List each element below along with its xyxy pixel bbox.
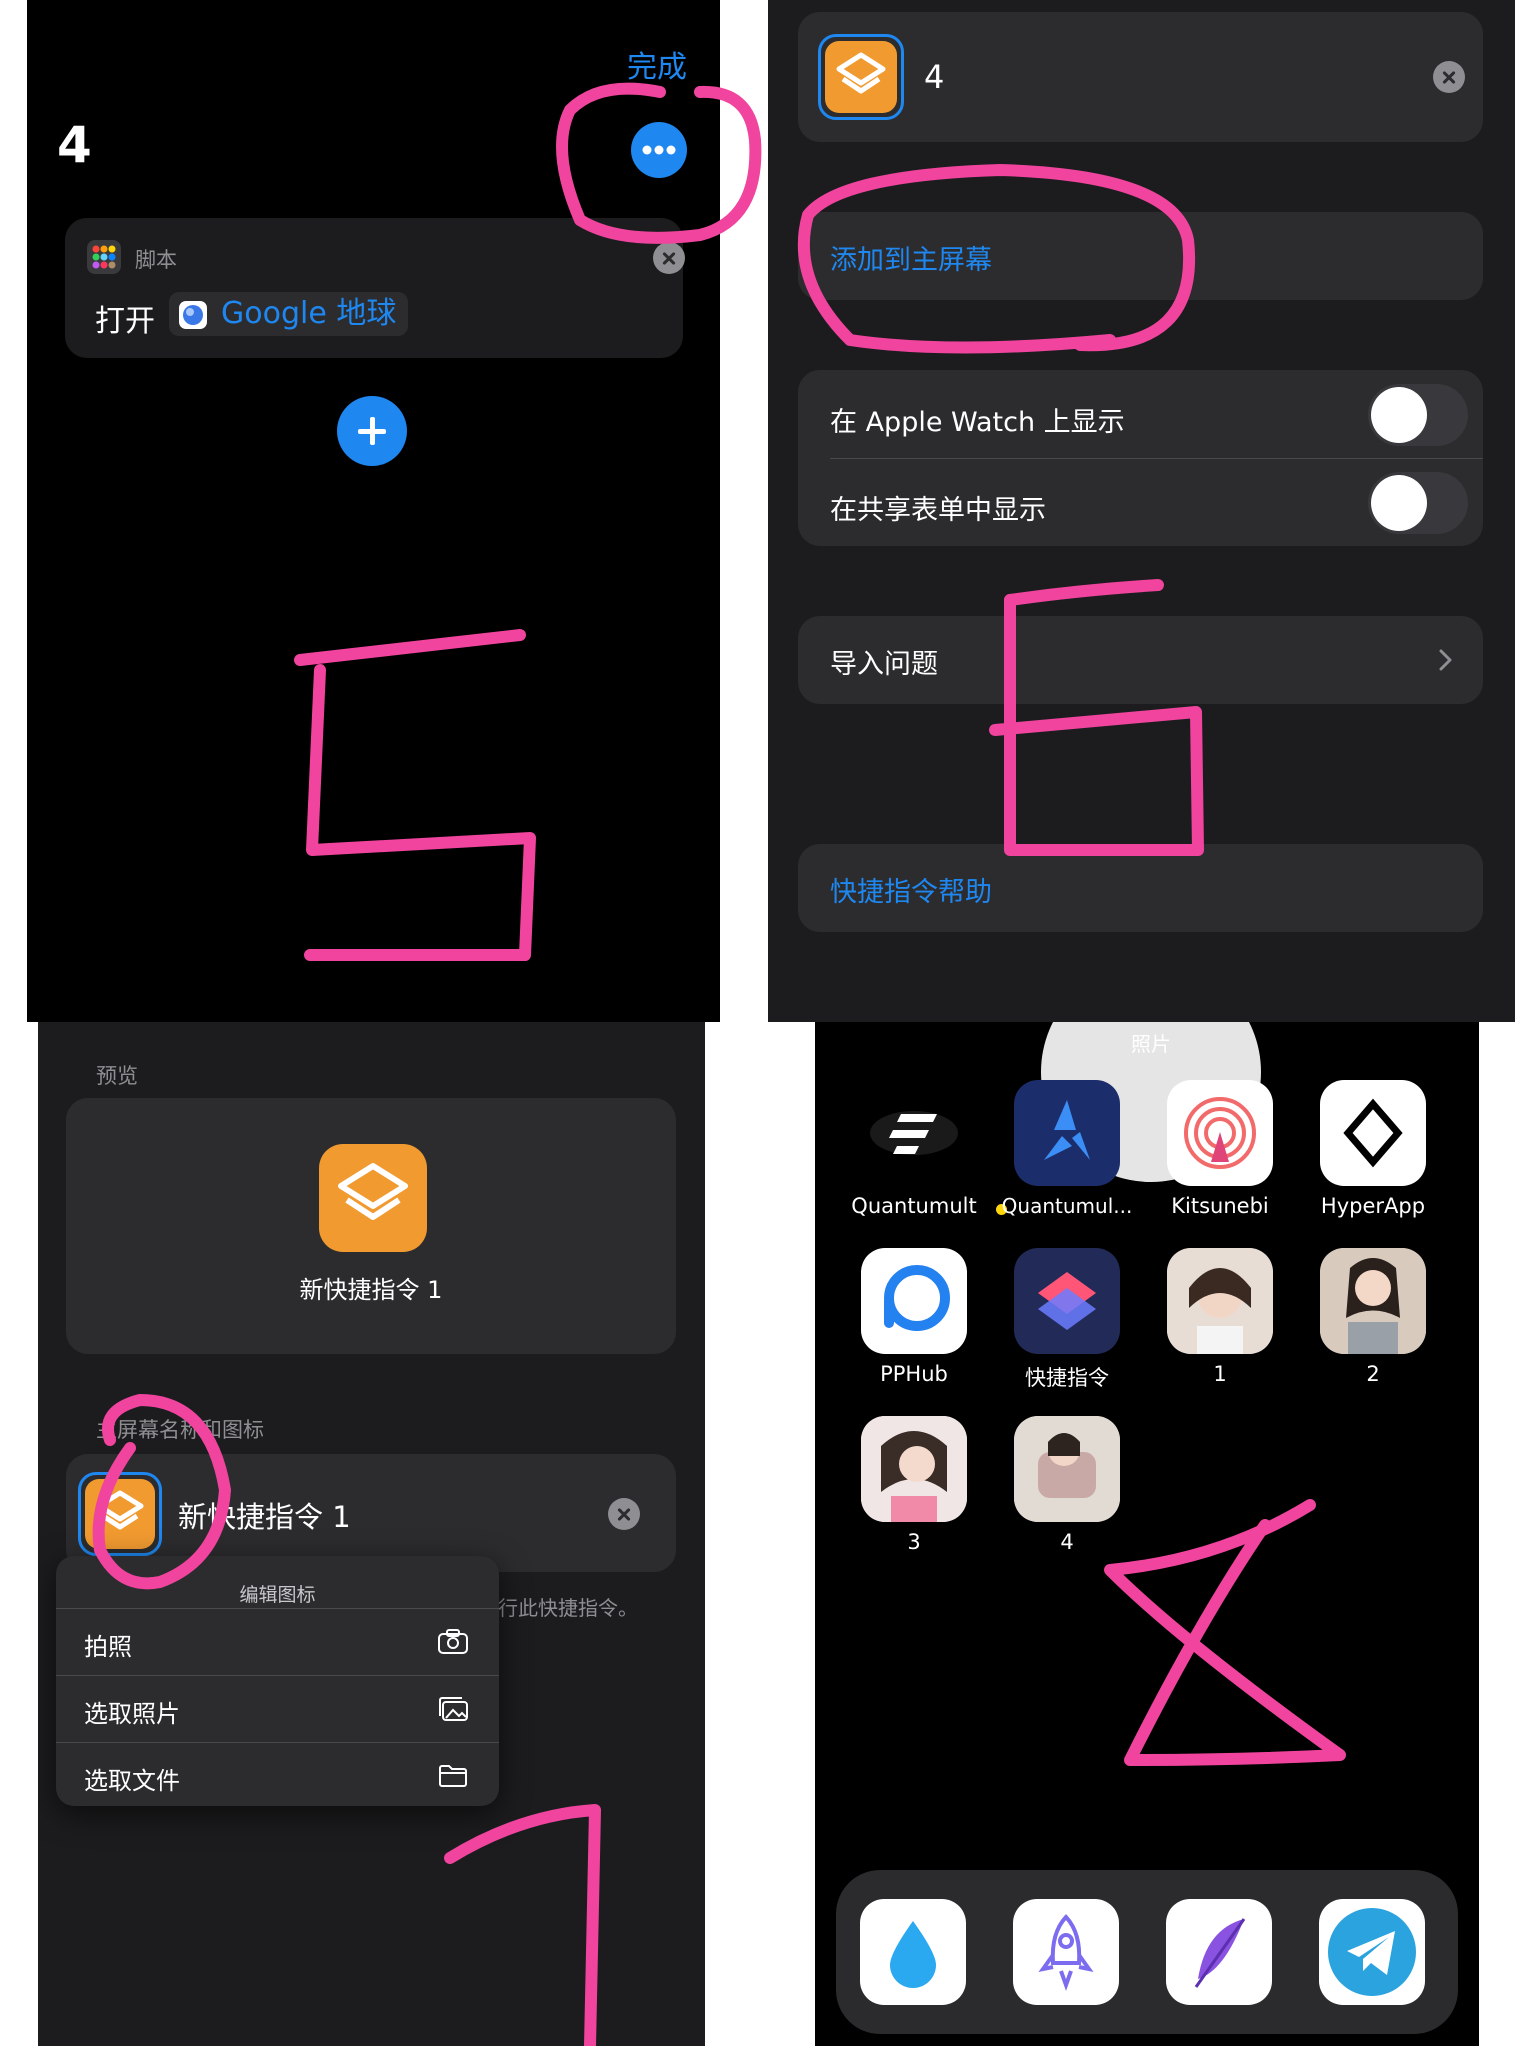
share-sheet-toggle[interactable] (1368, 472, 1468, 534)
app-label: Kitsunebi (1171, 1194, 1269, 1218)
shortcut-details-panel: 4 添加到主屏幕 在 Apple Watch 上显示 在共享表单中显示 导入问题… (768, 0, 1515, 1022)
photo-shortcut-icon[interactable] (1320, 1248, 1426, 1354)
home-name-field[interactable]: 新快捷指令 1 (178, 1494, 351, 1536)
plus-icon (358, 417, 386, 445)
clear-name-icon[interactable] (1433, 61, 1465, 93)
quantumult-x-icon[interactable] (1014, 1080, 1120, 1186)
photos-widget-label: 照片 (1131, 1032, 1171, 1056)
edit-icon-menu: 编辑图标 拍照 选取照片 选取文件 (56, 1556, 499, 1806)
add-to-home-label: 添加到主屏幕 (830, 245, 992, 276)
import-questions-label: 导入问题 (830, 649, 938, 680)
shortcuts-icon[interactable] (1014, 1248, 1120, 1354)
shortcuts-icon (319, 1144, 427, 1252)
app-label: HyperApp (1320, 1194, 1426, 1218)
feather-icon[interactable] (1166, 1899, 1272, 2005)
app-label: 4 (1060, 1530, 1074, 1554)
google-earth-icon (179, 301, 207, 329)
hyperapp-icon[interactable] (1320, 1080, 1426, 1186)
photo-shortcut-icon[interactable] (861, 1416, 967, 1522)
action-category: 脚本 (135, 248, 177, 272)
dock (836, 1870, 1458, 2034)
scripting-icon (87, 240, 121, 274)
app-parameter[interactable]: Google 地球 (169, 292, 409, 336)
menu-item-label: 选取文件 (84, 1767, 180, 1795)
kitsunebi-icon[interactable] (1167, 1080, 1273, 1186)
menu-item-label: 选取照片 (84, 1700, 180, 1728)
ellipsis-icon (642, 145, 676, 155)
hint-text: 行此快捷指令。 (498, 1596, 638, 1620)
menu-title: 编辑图标 (239, 1584, 316, 1606)
add-to-home-row[interactable]: 添加到主屏幕 (798, 212, 1483, 300)
import-questions-row[interactable]: 导入问题 (798, 616, 1483, 704)
shortcuts-icon (85, 1479, 155, 1549)
add-to-home-panel: 预览 新快捷指令 1 主屏幕名称和图标 新快捷指令 1 行此快捷指令。 编辑图标… (38, 1022, 705, 2046)
menu-item-label: 拍照 (84, 1633, 132, 1661)
drop-icon[interactable] (860, 1899, 966, 2005)
camera-icon (438, 1629, 468, 1654)
preview-name: 新快捷指令 1 (299, 1276, 443, 1304)
apple-watch-label: 在 Apple Watch 上显示 (830, 407, 1125, 438)
rocket-icon[interactable] (1013, 1899, 1119, 2005)
more-options-button[interactable] (631, 122, 687, 178)
clear-name-icon[interactable] (608, 1498, 640, 1530)
shortcut-name-field[interactable]: 4 (924, 58, 944, 96)
menu-item-choose-file[interactable]: 选取文件 (56, 1742, 499, 1809)
home-name-section-label: 主屏幕名称和图标 (96, 1418, 264, 1442)
preview-card: 新快捷指令 1 (66, 1098, 676, 1354)
menu-item-take-photo[interactable]: 拍照 (56, 1608, 499, 1675)
visibility-settings-card: 在 Apple Watch 上显示 在共享表单中显示 (798, 370, 1483, 546)
app-label: PPHub (880, 1362, 948, 1386)
shortcut-title: 4 (57, 116, 92, 174)
quantumult-icon[interactable] (861, 1080, 967, 1186)
photo-library-icon (439, 1697, 468, 1721)
menu-item-choose-photo[interactable]: 选取照片 (56, 1675, 499, 1742)
app-label: 3 (907, 1530, 921, 1554)
photo-shortcut-icon[interactable] (1167, 1248, 1273, 1354)
shortcuts-help-row[interactable]: 快捷指令帮助 (798, 844, 1483, 932)
folder-icon (439, 1765, 467, 1787)
home-name-card: 新快捷指令 1 (66, 1454, 676, 1572)
app-name: Google 地球 (221, 296, 397, 331)
preview-label: 预览 (96, 1064, 138, 1088)
home-screen-panel: 照片 Quantumult Quantumul... Kitsunebi Hyp… (815, 1022, 1479, 2046)
shortcut-name-card: 4 (798, 12, 1483, 142)
action-verb: 打开 (95, 304, 155, 339)
pphub-icon[interactable] (861, 1248, 967, 1354)
icon-picker-button[interactable] (78, 1472, 162, 1556)
app-label: 2 (1366, 1362, 1380, 1386)
add-action-button[interactable] (337, 396, 407, 466)
app-label: 1 (1213, 1362, 1227, 1386)
remove-action-icon[interactable] (653, 242, 685, 274)
divider (830, 458, 1483, 459)
app-label: 快捷指令 (1025, 1366, 1109, 1390)
share-sheet-label: 在共享表单中显示 (830, 495, 1046, 526)
shortcuts-icon (825, 41, 897, 113)
telegram-icon[interactable] (1319, 1899, 1425, 2005)
app-label: Quantumult (851, 1194, 977, 1218)
photo-shortcut-icon[interactable] (1014, 1416, 1120, 1522)
apple-watch-toggle[interactable] (1368, 384, 1468, 446)
chevron-right-icon (1439, 649, 1452, 671)
done-button[interactable]: 完成 (627, 42, 687, 86)
shortcut-editor-panel: 完成 4 脚本 打开 Google 地球 (27, 0, 720, 1022)
app-label: Quantumul... (1001, 1194, 1133, 1218)
shortcuts-help-label: 快捷指令帮助 (830, 877, 992, 908)
action-card[interactable]: 脚本 打开 Google 地球 (65, 218, 685, 358)
shortcut-icon-selector[interactable] (818, 34, 904, 120)
